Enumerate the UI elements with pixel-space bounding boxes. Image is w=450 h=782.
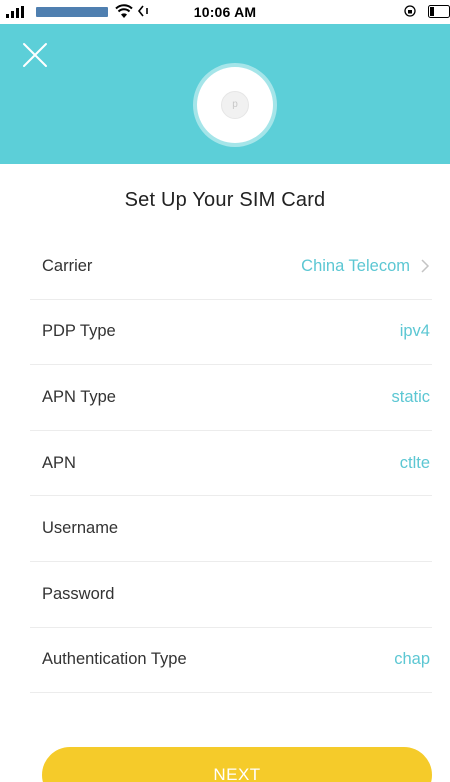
row-label: APN [42,453,76,472]
authentication-type-value[interactable]: chap [394,650,430,669]
row-label: Authentication Type [42,650,187,669]
row-label: Password [42,584,115,603]
apn-type-row[interactable]: APN Type static [30,365,432,431]
username-row[interactable]: Username [30,496,432,562]
carrier-row[interactable]: Carrier China Telecom [30,234,432,300]
battery-icon [428,5,450,18]
sim-settings-list: Carrier China Telecom PDP Type ipv4 APN … [30,234,432,694]
pdp-type-row[interactable]: PDP Type ipv4 [30,300,432,366]
device-image: p [197,67,273,143]
row-label: PDP Type [42,322,116,341]
next-button[interactable]: NEXT [42,747,432,782]
password-row[interactable]: Password [30,562,432,628]
authentication-type-row[interactable]: Authentication Type chap [30,628,432,694]
device-logo: p [232,99,238,110]
close-icon[interactable] [20,40,50,70]
apn-value[interactable]: ctlte [400,454,430,473]
row-label: APN Type [42,387,116,406]
pdp-type-value[interactable]: ipv4 [400,322,430,341]
status-time: 10:06 AM [193,4,257,20]
row-value-text: China Telecom [301,256,410,275]
apn-row[interactable]: APN ctlte [30,431,432,497]
row-label: Carrier [42,256,93,275]
chevron-right-icon [421,259,430,273]
orientation-lock-icon [404,5,416,17]
apn-type-value[interactable]: static [391,388,430,407]
status-bar: 10:06 AM [0,0,450,24]
carrier-value[interactable]: China Telecom [301,257,430,276]
header-banner: p [0,24,450,164]
page-title: Set Up Your SIM Card [124,189,326,211]
device-center-cap: p [221,91,249,119]
row-label: Username [42,519,119,538]
